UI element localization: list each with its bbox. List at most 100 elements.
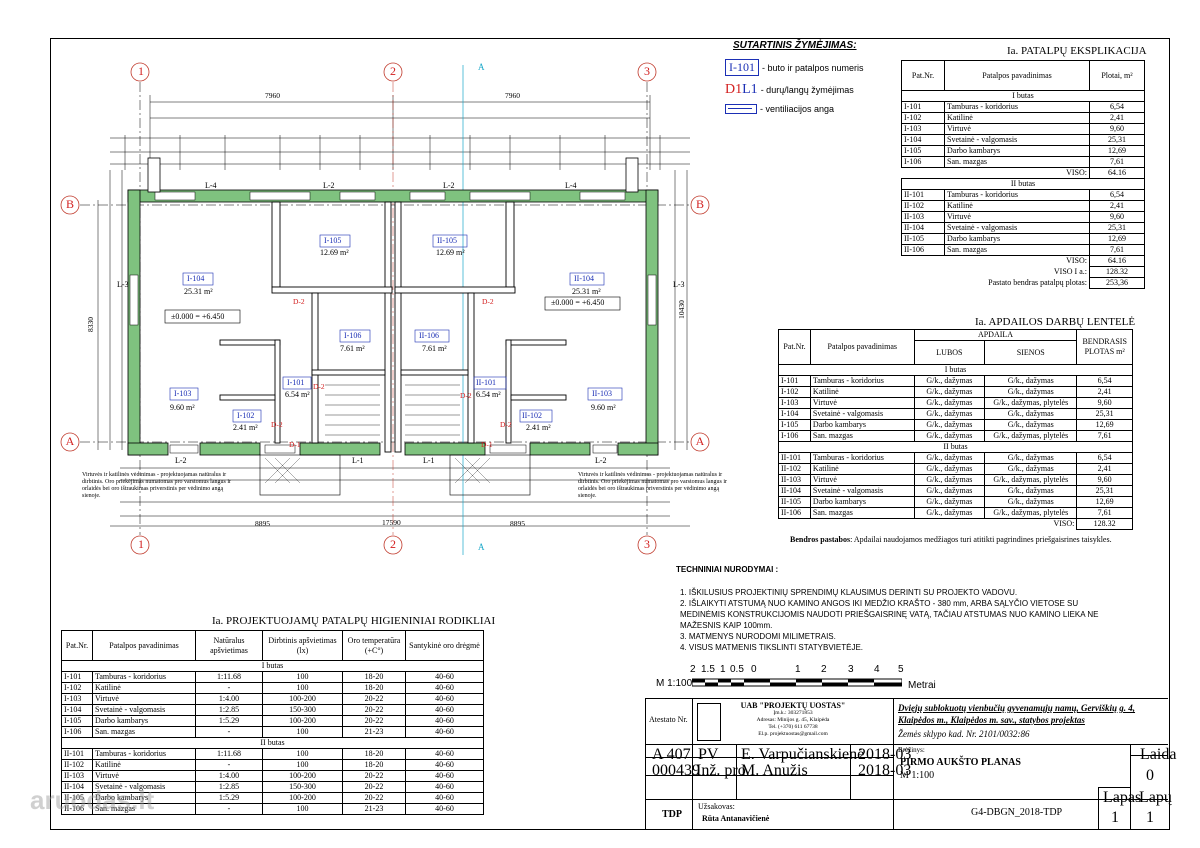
section-mark-top: A (478, 62, 485, 72)
table-cell: 100-200 (262, 770, 343, 782)
table-cell: II-102 (778, 463, 811, 475)
finishing-viso-label: VISO: (1053, 519, 1075, 529)
dim-bottom-total: 17590 (382, 518, 401, 527)
table-cell: 40-60 (405, 704, 484, 716)
table-row: I-106 San. mazgas 7,61 (901, 156, 1145, 168)
table-cell: 20-22 (342, 781, 406, 793)
table-cell: G/k., dažymas (913, 474, 986, 486)
axis-label-1-top: 1 (138, 64, 144, 78)
table-row: I-102 Katilinė -100 18-20 40-60 (61, 682, 484, 694)
dim-top-right: 7960 (505, 91, 520, 100)
room-code-i-102: I-102 (237, 411, 255, 420)
table-cell: 1:4.00 (195, 693, 263, 705)
table-row: I-105 Darbo kambarys G/k., dažymas G/k., da… (778, 419, 1133, 431)
table-cell: 100-200 (262, 715, 343, 727)
table-cell: G/k., dažymas (913, 386, 986, 398)
dim-top-left: 7960 (265, 91, 280, 100)
legend-door-code: D1 (725, 82, 743, 97)
table-cell: 6,54 (1076, 452, 1133, 464)
room-area-ii-101: 6.54 m² (476, 390, 501, 399)
title-block: Atestato Nr. UAB "PROJEKTŲ UOSTAS" Įm.k.… (645, 698, 1176, 829)
table-cell: Darbo kambarys (944, 145, 1090, 157)
atestato-label: Atestato Nr. (649, 715, 688, 724)
table-cell: Virtuvė (809, 474, 915, 486)
table-cell: II-101 (778, 452, 811, 464)
table-cell: Svetainė - valgomasis (809, 485, 915, 497)
scale-num-5: 1 (795, 664, 801, 675)
scale-num-8: 4 (874, 664, 880, 675)
hygiene-header-natural: Natūralus apšvietimas (195, 630, 263, 661)
level-mark-left: ±0.000 = +6.450 (171, 312, 225, 321)
section-mark-bottom: A (478, 542, 485, 552)
table-cell: 40-60 (405, 693, 484, 705)
window-tag-6: L-1 (352, 456, 364, 465)
table-row: II-101 Tamburas - koridorius G/k., dažymas… (778, 452, 1133, 464)
table-row: I-101 Tamburas - koridorius 1:11.68 100 18-2… (61, 671, 484, 683)
table-row: I-103 Virtuvė 9,60 (901, 123, 1145, 135)
table-cell: 12,69 (1089, 145, 1145, 157)
window-tag-8: L-2 (595, 456, 607, 465)
table-cell: 7,61 (1089, 244, 1145, 256)
table-row: I-106 San. mazgas -100 21-23 40-60 (61, 726, 484, 738)
table-row: I-106 San. mazgas G/k., dažymas G/k., dažym… (778, 430, 1133, 442)
door-tag-6: D-2 (482, 297, 494, 306)
table-cell: I-103 (61, 693, 93, 705)
company-code: Įm.k.: 303271853 (773, 710, 813, 716)
table-cell: Darbo kambarys (809, 496, 915, 508)
room-code-i-103: I-103 (174, 389, 192, 398)
ventilation-icon (725, 104, 757, 114)
finishing-viso: 128.32 (1076, 518, 1133, 530)
table-cell: Darbo kambarys (92, 715, 196, 727)
table-cell: II-106 (901, 244, 945, 256)
table-cell: 25,31 (1076, 408, 1133, 420)
company-email: El.p. projektuostas@gmail.com (758, 731, 828, 737)
table-cell: I-102 (901, 112, 945, 124)
table-cell: G/k., dažymas (913, 430, 986, 442)
finishing-remark: Bendros pastabos: Apdailai naudojamos me… (790, 535, 1112, 544)
table-cell: 2,41 (1076, 463, 1133, 475)
table-cell: G/k., dažymas (984, 496, 1078, 508)
scale-num-6: 2 (821, 664, 827, 675)
table-row: I-101 Tamburas - koridorius 6,54 (901, 101, 1145, 113)
table-cell: 6,54 (1076, 375, 1133, 387)
table-row: I-103 Virtuvė G/k., dažymas G/k., dažymas, … (778, 397, 1133, 409)
table-cell: 40-60 (405, 748, 484, 760)
company-address: Adresas: Minijos g. 45, Klaipėda (756, 717, 830, 723)
table-cell: 6,54 (1089, 101, 1145, 113)
row2-name: M. Anužis (741, 762, 808, 779)
table-cell: 40-60 (405, 682, 484, 694)
door-tag-4: D-1 (289, 440, 301, 449)
table-cell: I-106 (778, 430, 811, 442)
table-cell: 18-20 (342, 759, 406, 771)
finishing-section-2: II butas (778, 441, 1133, 453)
table-cell: G/k., dažymas (913, 507, 986, 519)
table-cell: 9,60 (1076, 397, 1133, 409)
finishing-header-apdaila: APDAILA (913, 329, 1078, 341)
table-cell: II-103 (901, 211, 945, 223)
table-cell: Katilinė (92, 682, 196, 694)
table-cell: II-106 (778, 507, 811, 519)
room-area-ii-103: 9.60 m² (591, 403, 616, 412)
window-tag-10: L-3 (673, 280, 685, 289)
table-cell: II-103 (61, 770, 93, 782)
room-area-ii-106: 7.61 m² (422, 344, 447, 353)
explication-header-area: Plotai, m² (1089, 60, 1145, 91)
table-cell: G/k., dažymas (984, 386, 1078, 398)
table-cell: 1:11.68 (195, 671, 263, 683)
explication-section-2: II butas (901, 178, 1145, 190)
table-cell: 40-60 (405, 726, 484, 738)
table-row: I-102 Katilinė G/k., dažymas G/k., dažymas 2… (778, 386, 1133, 398)
table-cell: 20-22 (342, 693, 406, 705)
room-code-i-106: I-106 (344, 331, 362, 340)
table-cell: Virtuvė (944, 211, 1090, 223)
window-tag-2: L-2 (323, 181, 335, 190)
door-tag-8: D-2 (500, 420, 512, 429)
room-code-ii-102: II-102 (522, 411, 542, 420)
drawing-code: G4-DBGN_2018-TDP (971, 807, 1063, 818)
room-area-ii-102: 2.41 m² (526, 423, 551, 432)
table-cell: 150-300 (262, 781, 343, 793)
drawing-label: Brėžinys: (898, 746, 925, 754)
table-cell: G/k., dažymas, plytelės (984, 507, 1078, 519)
table-cell: 9,60 (1089, 211, 1145, 223)
table-cell: Katilinė (944, 112, 1090, 124)
